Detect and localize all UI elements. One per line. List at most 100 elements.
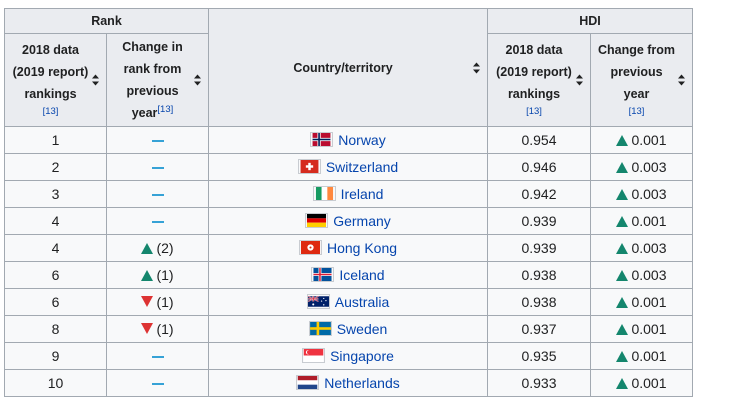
up-arrow-icon xyxy=(616,351,629,362)
table-row: 3 Ireland 0.942 0.003 xyxy=(4,180,693,208)
country-link[interactable]: Iceland xyxy=(339,267,384,283)
rank-value: 6 xyxy=(51,294,60,310)
sort-icon[interactable] xyxy=(92,74,99,86)
up-arrow-icon xyxy=(616,189,629,200)
country-link[interactable]: Norway xyxy=(338,132,385,148)
hdi-change-value: 0.003 xyxy=(631,159,667,175)
hdi-value: 0.938 xyxy=(521,294,557,310)
down-arrow-icon xyxy=(141,323,154,334)
rank-value: 10 xyxy=(47,375,64,391)
sweden-flag-icon[interactable] xyxy=(308,321,332,336)
rank-value: 6 xyxy=(51,267,60,283)
country-cell: Switzerland xyxy=(208,153,488,181)
rank-change-line3: previous xyxy=(126,84,179,98)
country-link[interactable]: Hong Kong xyxy=(327,240,397,256)
no-change-dash-icon xyxy=(151,383,164,386)
table-row: 9 Singapore 0.935 0.001 xyxy=(4,342,693,370)
hdi-change-value: 0.001 xyxy=(631,294,667,310)
rank-cell: 6 xyxy=(4,288,107,316)
country-link[interactable]: Australia xyxy=(335,294,389,310)
up-arrow-icon xyxy=(616,270,629,281)
rank-change-cell: (1) xyxy=(106,315,209,343)
rank-change-value: (1) xyxy=(156,294,174,310)
up-arrow-icon xyxy=(141,270,154,281)
rank-change-column-header[interactable]: Change in rank from previous year[13] xyxy=(106,33,209,127)
hdi-change-cell: 0.001 xyxy=(590,126,693,154)
table-body: 1 Norway 0.954 0.001 2 Switzerland 0.946 0.003 3… xyxy=(4,126,693,397)
country-link[interactable]: Sweden xyxy=(337,321,388,337)
hdi-change-reference-link[interactable]: [13] xyxy=(598,105,675,119)
sort-icon[interactable] xyxy=(194,74,201,86)
hdi-value: 0.938 xyxy=(521,267,557,283)
rank-cell: 4 xyxy=(4,234,107,262)
rank-data-column-header[interactable]: 2018 data (2019 report) rankings [13] xyxy=(4,33,107,127)
switzerland-flag-icon[interactable] xyxy=(297,159,321,174)
country-link[interactable]: Switzerland xyxy=(326,159,398,175)
hdi-group-label: HDI xyxy=(579,14,601,28)
country-cell: Singapore xyxy=(208,342,488,370)
table-row: 8 (1) Sweden 0.937 0.001 xyxy=(4,315,693,343)
rank-change-value: (2) xyxy=(156,240,174,256)
hdi-change-cell: 0.001 xyxy=(590,288,693,316)
sort-icon[interactable] xyxy=(678,74,685,86)
rank-change-header-label: Change in rank from previous year[13] xyxy=(118,36,196,124)
hdi-value-cell: 0.938 xyxy=(487,288,591,316)
rank-data-line3: rankings xyxy=(24,87,77,101)
netherlands-flag-icon[interactable] xyxy=(296,375,320,390)
hdi-data-reference-link[interactable]: [13] xyxy=(496,105,572,119)
country-link[interactable]: Germany xyxy=(333,213,391,229)
hdi-change-cell: 0.003 xyxy=(590,234,693,262)
rank-change-cell: (1) xyxy=(106,261,209,289)
rank-change-line1: Change in xyxy=(122,40,183,54)
country-link[interactable]: Netherlands xyxy=(324,375,400,391)
hdi-data-line1: 2018 data xyxy=(505,43,563,57)
hdi-group-header: HDI xyxy=(487,8,693,34)
down-arrow-icon xyxy=(141,296,154,307)
hdi-value: 0.933 xyxy=(521,375,557,391)
up-arrow-icon xyxy=(616,135,629,146)
rank-change-cell xyxy=(106,153,209,181)
hdi-table-container: Rank Country/territory HDI 2018 data (20… xyxy=(4,8,693,397)
rank-value: 9 xyxy=(51,348,60,364)
australia-flag-icon[interactable] xyxy=(306,294,330,309)
hdi-value: 0.942 xyxy=(521,186,557,202)
hdi-change-cell: 0.003 xyxy=(590,261,693,289)
sort-icon[interactable] xyxy=(576,74,583,86)
hdi-change-cell: 0.003 xyxy=(590,153,693,181)
rank-value: 3 xyxy=(51,186,60,202)
hdi-data-column-header[interactable]: 2018 data (2019 report) rankings [13] xyxy=(487,33,591,127)
rank-change-cell xyxy=(106,342,209,370)
norway-flag-icon[interactable] xyxy=(310,132,334,147)
hdi-change-cell: 0.001 xyxy=(590,342,693,370)
hdi-change-value: 0.001 xyxy=(631,375,667,391)
rank-data-line1: 2018 data xyxy=(22,43,79,57)
iceland-flag-icon[interactable] xyxy=(311,267,335,282)
singapore-flag-icon[interactable] xyxy=(302,348,326,363)
hdi-change-line2: previous xyxy=(610,65,663,79)
rank-change-cell xyxy=(106,207,209,235)
sort-icon[interactable] xyxy=(473,62,480,73)
country-link[interactable]: Ireland xyxy=(341,186,384,202)
hdi-change-cell: 0.001 xyxy=(590,315,693,343)
hdi-change-value: 0.001 xyxy=(631,132,667,148)
up-arrow-icon xyxy=(616,324,629,335)
rank-value: 2 xyxy=(51,159,60,175)
rank-group-label: Rank xyxy=(91,14,122,28)
hdi-value-cell: 0.937 xyxy=(487,315,591,343)
hdi-value-cell: 0.933 xyxy=(487,369,591,397)
rank-change-cell xyxy=(106,180,209,208)
country-link[interactable]: Singapore xyxy=(330,348,394,364)
rank-change-reference-link[interactable]: [13] xyxy=(157,104,173,115)
country-column-header[interactable]: Country/territory xyxy=(208,8,488,127)
no-change-dash-icon xyxy=(151,167,164,170)
rank-change-value: (1) xyxy=(156,321,174,337)
ireland-flag-icon[interactable] xyxy=(312,186,336,201)
hdi-change-column-header[interactable]: Change from previous year [13] xyxy=(590,33,693,127)
hdi-change-value: 0.001 xyxy=(631,213,667,229)
rank-data-reference-link[interactable]: [13] xyxy=(13,105,89,119)
germany-flag-icon[interactable] xyxy=(305,213,329,228)
hdi-value-cell: 0.954 xyxy=(487,126,591,154)
hdi-value-cell: 0.946 xyxy=(487,153,591,181)
table-row: 6 (1) Australia 0.938 0.001 xyxy=(4,288,693,316)
hong-kong-flag-icon[interactable] xyxy=(298,240,322,255)
